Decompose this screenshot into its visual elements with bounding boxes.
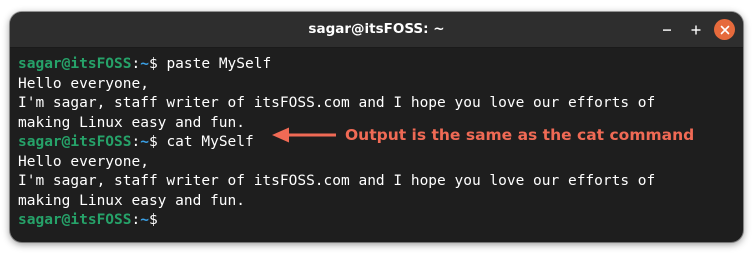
- annotation-callout: Output is the same as the cat command: [271, 121, 694, 149]
- prompt-user: sagar@itsFOSS: [18, 212, 132, 228]
- output-line: Hello everyone,: [18, 153, 149, 170]
- prompt-separator: :: [131, 134, 141, 150]
- prompt-symbol: $: [148, 134, 167, 150]
- minimize-button[interactable]: [656, 19, 677, 40]
- window-title: sagar@itsFOSS: ~: [308, 21, 445, 37]
- command-text: paste MySelf: [166, 56, 272, 72]
- annotation-text: Output is the same as the cat command: [345, 126, 695, 144]
- prompt-line: sagar@itsFOSS:~$ paste MySelf: [18, 55, 735, 75]
- prompt-separator: :: [131, 56, 141, 72]
- window-controls: [656, 19, 735, 40]
- titlebar[interactable]: sagar@itsFOSS: ~: [10, 12, 743, 48]
- arrow-left-icon: [272, 127, 336, 143]
- output-line: making Linux easy and fun.: [18, 192, 245, 209]
- maximize-icon: [691, 25, 700, 34]
- close-icon: [720, 25, 729, 34]
- prompt-separator: :: [131, 212, 141, 228]
- output-line: Hello everyone,: [18, 75, 149, 92]
- prompt-symbol: $: [148, 56, 167, 72]
- prompt-line: sagar@itsFOSS:~$: [18, 211, 735, 231]
- maximize-button[interactable]: [685, 19, 706, 40]
- minimize-icon: [662, 28, 671, 31]
- output-line: I'm sagar, staff writer of itsFOSS.com a…: [18, 173, 656, 189]
- prompt-path: ~: [140, 134, 149, 150]
- command-text: cat MySelf: [166, 134, 254, 150]
- close-button[interactable]: [714, 19, 735, 40]
- prompt-symbol: $: [148, 212, 167, 228]
- output-line: I'm sagar, staff writer of itsFOSS.com a…: [18, 95, 656, 111]
- prompt-user: sagar@itsFOSS: [18, 56, 132, 72]
- prompt-path: ~: [140, 212, 149, 228]
- prompt-path: ~: [140, 56, 149, 72]
- prompt-user: sagar@itsFOSS: [18, 134, 132, 150]
